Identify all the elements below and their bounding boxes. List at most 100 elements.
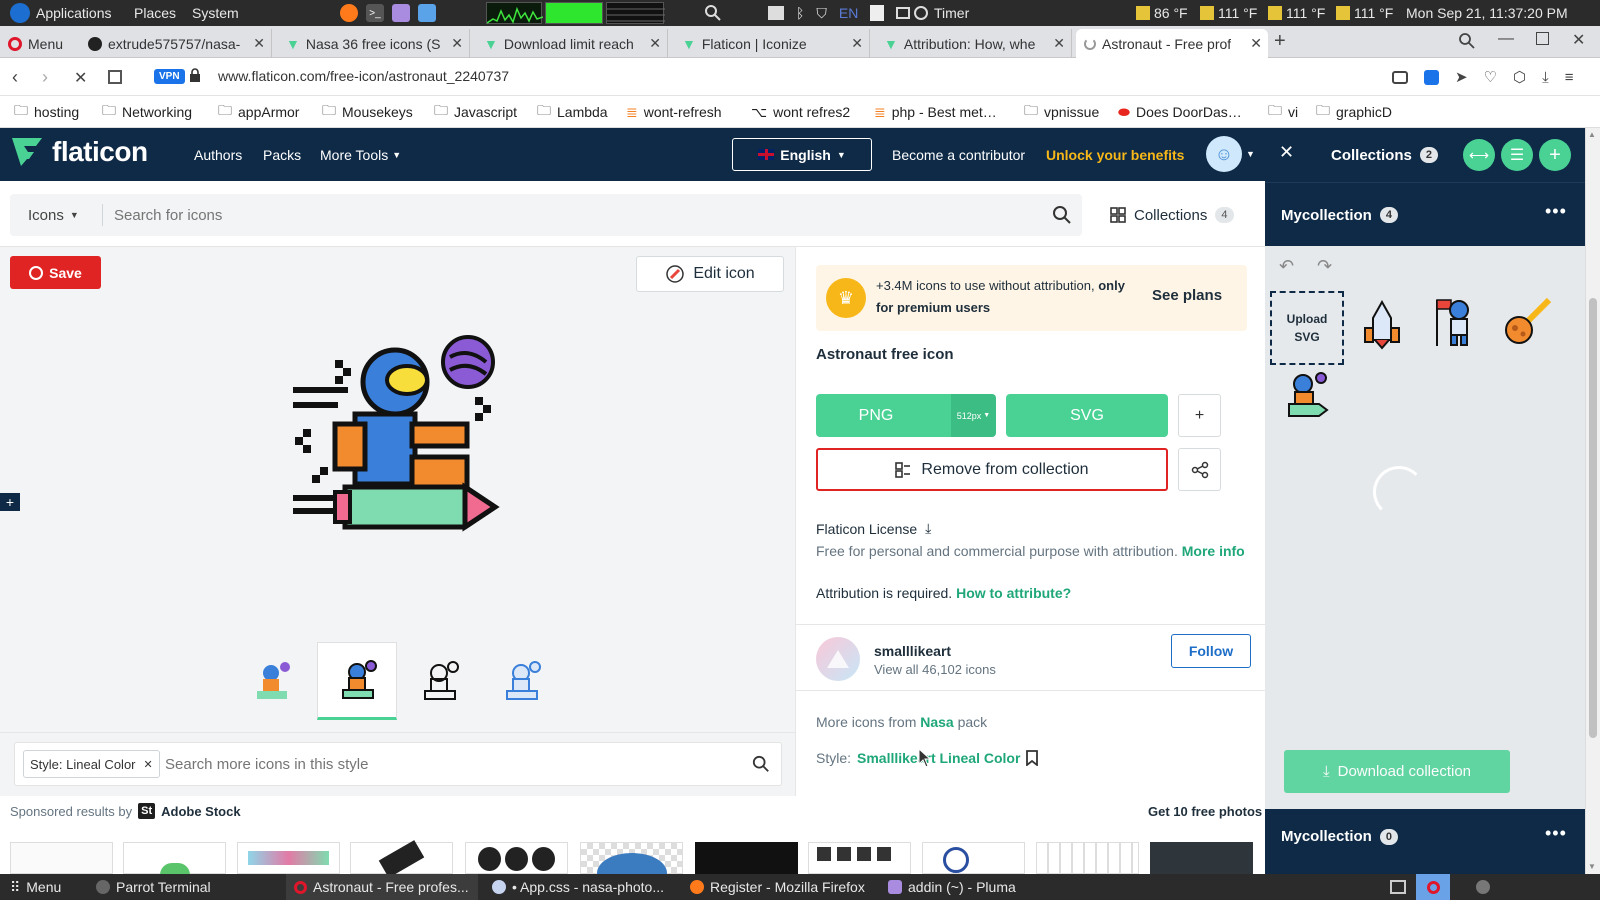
bookmark-wont-refresh[interactable]: ≣ wont-refresh [626, 96, 722, 128]
astronaut-rocket-icon[interactable] [1283, 372, 1329, 418]
stock-thumb-10[interactable] [1036, 842, 1139, 874]
edit-icon-button[interactable]: Edit icon [636, 256, 784, 292]
pack-link[interactable]: Nasa [920, 714, 953, 730]
bookmark-lambda[interactable]: 🗀 Lambda [537, 96, 608, 128]
search-icon[interactable] [1052, 205, 1072, 225]
list-icon[interactable]: ☰ [1501, 139, 1533, 171]
bookmark-networking[interactable]: 🗀 Networking [102, 96, 192, 128]
doc-icon[interactable] [418, 4, 436, 22]
timer-applet[interactable]: Timer [914, 0, 969, 26]
style-search-input[interactable] [165, 743, 725, 785]
stock-thumb-6[interactable] [580, 842, 683, 893]
upload-svg-button[interactable]: Upload SVG [1270, 291, 1344, 365]
see-plans-link[interactable]: See plans [1152, 287, 1222, 304]
bookmark-hosting[interactable]: 🗀 hosting [14, 96, 79, 128]
search-input[interactable] [114, 194, 1014, 236]
author-avatar[interactable] [816, 637, 860, 681]
undo-icon[interactable]: ↶ [1279, 256, 1294, 277]
workspace-icon[interactable] [1390, 874, 1406, 900]
close-icon[interactable]: ✕ [649, 35, 661, 52]
language-indicator[interactable]: EN [839, 5, 858, 21]
download-icon[interactable]: ⤓ [925, 520, 931, 537]
download-icon[interactable]: ⤓ [1542, 69, 1549, 86]
maximize-icon[interactable] [1536, 32, 1549, 45]
send-icon[interactable]: ➤ [1455, 68, 1468, 86]
taskbar-firefox[interactable]: Register - Mozilla Firefox [690, 874, 865, 900]
bluetooth-icon[interactable]: ᛒ [796, 5, 804, 21]
bookmark-apparmor[interactable]: 🗀 appArmor [218, 96, 299, 128]
applications-menu[interactable]: Applications [10, 0, 112, 26]
bookmark-php[interactable]: ≣ php - Best met… [874, 96, 997, 128]
style-link[interactable]: Smalllikeart Lineal Color [857, 750, 1020, 766]
scrollbar-thumb[interactable] [1589, 298, 1597, 738]
search-type-select[interactable]: Icons ▼ [28, 194, 79, 236]
clock[interactable]: Mon Sep 21, 11:37:20 PM [1406, 0, 1568, 26]
more-options-icon[interactable]: ••• [1545, 201, 1567, 222]
stock-thumb-9[interactable] [922, 842, 1025, 874]
free-photos-link[interactable]: Get 10 free photos [1148, 804, 1262, 819]
collection-1-header[interactable]: Mycollection 4 ••• [1265, 182, 1585, 246]
become-contributor-link[interactable]: Become a contributor [892, 128, 1025, 181]
collection-2-header[interactable]: Mycollection 0 ••• [1265, 809, 1585, 874]
follow-button[interactable]: Follow [1171, 634, 1251, 668]
new-tab-icon[interactable]: + [1274, 30, 1286, 53]
stock-thumb-8[interactable] [808, 842, 911, 874]
share-icon[interactable] [1178, 448, 1221, 491]
camera-icon[interactable] [1392, 70, 1408, 84]
notes-icon[interactable] [392, 4, 410, 22]
flaticon-logo[interactable]: flaticon [10, 136, 148, 168]
user-menu[interactable]: ☺ ▼ [1206, 136, 1255, 172]
add-to-collection-button[interactable]: + [1178, 394, 1221, 437]
tab-download-limit[interactable]: ▼ Download limit reach ✕ [476, 29, 668, 58]
stock-thumb-2[interactable] [123, 842, 226, 875]
expand-icon[interactable]: ⟷ [1463, 139, 1495, 171]
bookmark-wont-refres2[interactable]: ⌥ wont refres2 [751, 96, 850, 128]
close-icon[interactable]: ✕ [451, 35, 463, 52]
style-filter-tag[interactable]: Style: Lineal Color ✕ [23, 750, 160, 778]
how-to-attribute-link[interactable]: How to attribute? [956, 585, 1071, 601]
collections-button[interactable]: Collections 4 [1110, 194, 1234, 236]
stock-thumb-5[interactable] [465, 842, 568, 874]
language-selector[interactable]: English ▼ [732, 138, 872, 171]
taskbar-terminal[interactable]: Parrot Terminal [96, 874, 211, 900]
close-icon[interactable]: ✕ [253, 35, 265, 52]
redo-icon[interactable]: ↷ [1317, 256, 1332, 277]
nav-authors[interactable]: Authors [194, 128, 242, 181]
stock-thumb-11[interactable] [1150, 842, 1253, 874]
tab-astronaut[interactable]: Astronaut - Free prof ✕ [1076, 29, 1268, 58]
bookmark-vi[interactable]: 🗀 vi [1268, 96, 1298, 128]
close-icon[interactable]: ✕ [1250, 35, 1262, 52]
taskbar-menu[interactable]: ⠿ Menu [10, 874, 61, 900]
scroll-up-icon[interactable]: ▲ [1588, 130, 1596, 139]
more-info-link[interactable]: More info [1182, 543, 1245, 559]
stock-thumb-3[interactable] [237, 842, 340, 874]
stock-thumb-1[interactable] [10, 842, 113, 874]
clipboard-icon[interactable] [870, 5, 885, 21]
bookmark-icon[interactable] [1026, 750, 1039, 766]
taskbar-opera[interactable]: Astronaut - Free profes... [286, 874, 478, 900]
back-icon[interactable]: ‹ [12, 67, 18, 88]
nav-more-tools[interactable]: More Tools ▼ [320, 128, 401, 181]
cube-icon[interactable]: ⬡ [1513, 68, 1526, 86]
bookmark-mousekeys[interactable]: 🗀 Mousekeys [322, 96, 413, 128]
png-size-select[interactable]: 512px ▼ [951, 394, 996, 437]
close-panel-icon[interactable]: ✕ [1279, 142, 1294, 163]
shield-check-icon[interactable] [1424, 69, 1439, 85]
lock-icon[interactable] [189, 68, 201, 82]
bookmark-vpnissue[interactable]: 🗀 vpnissue [1024, 96, 1099, 128]
window-close-icon[interactable]: ✕ [1572, 30, 1585, 50]
bookmark-javascript[interactable]: 🗀 Javascript [434, 96, 517, 128]
more-options-icon[interactable]: ••• [1545, 823, 1567, 844]
system-menu[interactable]: System [192, 0, 239, 26]
search-icon[interactable] [752, 755, 770, 773]
bookmark-doordash[interactable]: ⬬ Does DoorDas… [1118, 96, 1242, 128]
stop-icon[interactable]: ✕ [74, 68, 87, 88]
meteor-icon[interactable] [1503, 298, 1551, 346]
nav-packs[interactable]: Packs [263, 128, 301, 181]
address-bar[interactable]: www.flaticon.com/free-icon/astronaut_224… [218, 68, 509, 84]
add-collection-icon[interactable]: + [1539, 139, 1571, 171]
bookmark-graphicd[interactable]: 🗀 graphicD [1316, 96, 1392, 128]
tab-iconize[interactable]: ▼ Flaticon | Iconize ✕ [674, 29, 870, 58]
close-icon[interactable]: ✕ [851, 35, 863, 52]
download-collection-button[interactable]: ⤓ Download collection [1284, 750, 1510, 793]
